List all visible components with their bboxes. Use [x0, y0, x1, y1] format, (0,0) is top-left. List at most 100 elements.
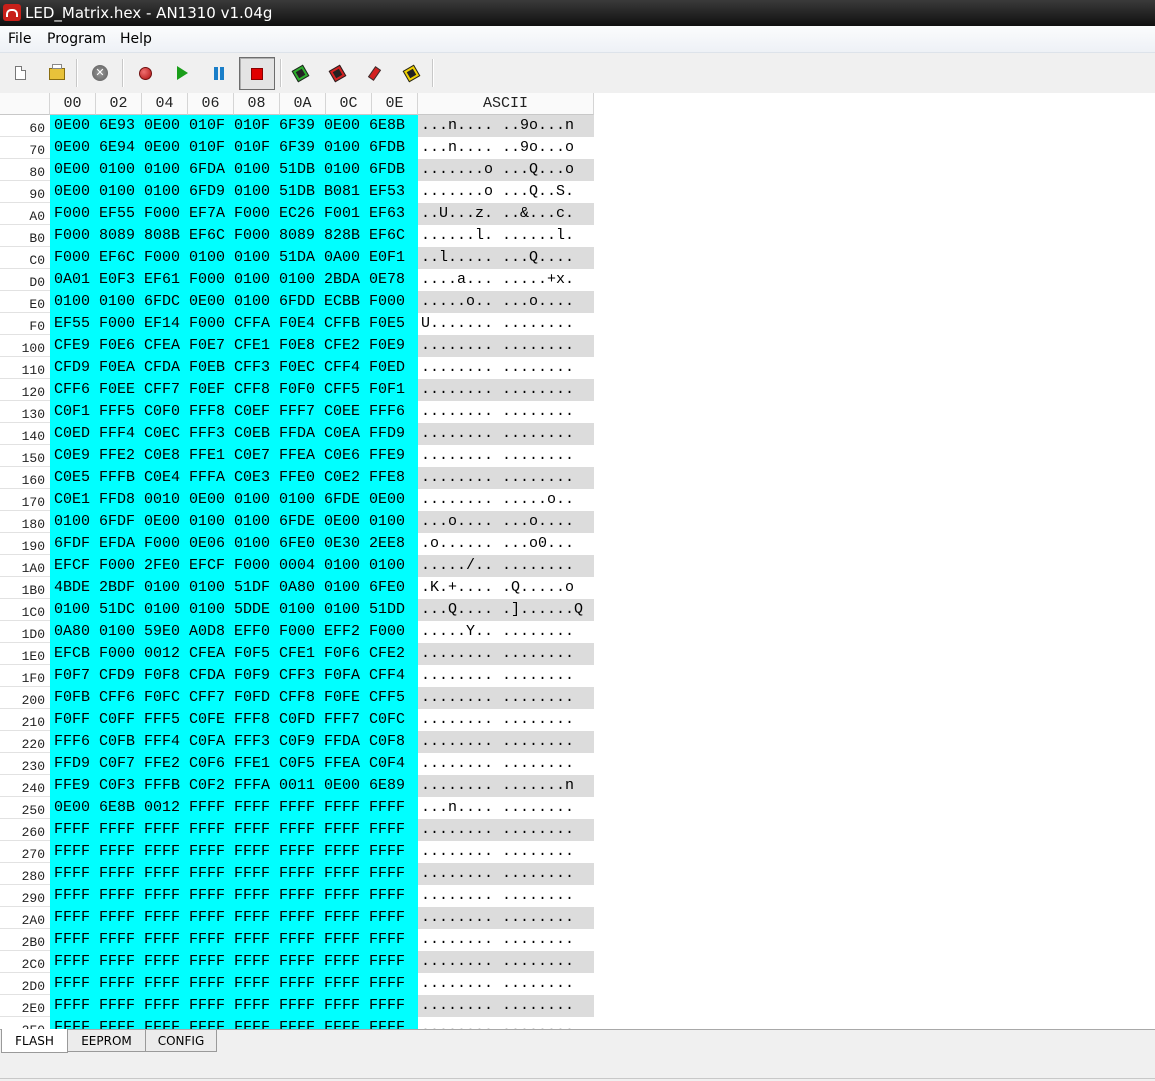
row-hex-data[interactable]: 6FDF EFDA F000 0E06 0100 6FE0 0E30 2EE8 — [50, 533, 418, 555]
row-hex-data[interactable]: FFFF FFFF FFFF FFFF FFFF FFFF FFFF FFFF — [50, 885, 418, 907]
column-header[interactable]: 04 — [142, 93, 188, 115]
row-ascii[interactable]: ........ ........ — [418, 731, 594, 753]
row-hex-data[interactable]: 0100 6FDF 0E00 0100 0100 6FDE 0E00 0100 — [50, 511, 418, 533]
table-row[interactable]: 210 F0FF C0FF FFF5 C0FE FFF8 C0FD FFF7 C0… — [0, 709, 1155, 731]
column-header[interactable]: 00 — [50, 93, 96, 115]
row-hex-data[interactable]: CFE9 F0E6 CFEA F0E7 CFE1 F0E8 CFE2 F0E9 — [50, 335, 418, 357]
table-row[interactable]: 2F0FFFF FFFF FFFF FFFF FFFF FFFF FFFF FF… — [0, 1017, 1155, 1029]
row-hex-data[interactable]: FFFF FFFF FFFF FFFF FFFF FFFF FFFF FFFF — [50, 1017, 418, 1029]
column-header[interactable]: 0E — [372, 93, 418, 115]
table-row[interactable]: 2C0 FFFF FFFF FFFF FFFF FFFF FFFF FFFF FF… — [0, 951, 1155, 973]
row-ascii[interactable]: ........ ........ — [418, 401, 594, 423]
erase-device-button[interactable] — [360, 59, 388, 87]
row-hex-data[interactable]: FFFF FFFF FFFF FFFF FFFF FFFF FFFF FFFF — [50, 951, 418, 973]
row-hex-data[interactable]: F0FF C0FF FFF5 C0FE FFF8 C0FD FFF7 C0FC — [50, 709, 418, 731]
row-hex-data[interactable]: 0E00 6E94 0E00 010F 010F 6F39 0100 6FDB — [50, 137, 418, 159]
ascii-column-header[interactable]: ASCII — [418, 93, 594, 115]
table-row[interactable]: 260 FFFF FFFF FFFF FFFF FFFF FFFF FFFF FF… — [0, 819, 1155, 841]
row-hex-data[interactable]: 0E00 0100 0100 6FDA 0100 51DB 0100 6FDB — [50, 159, 418, 181]
row-ascii[interactable]: ...../.. ........ — [418, 555, 594, 577]
row-hex-data[interactable]: 0100 0100 6FDC 0E00 0100 6FDD ECBB F000 — [50, 291, 418, 313]
row-ascii[interactable]: ........ ........ — [418, 445, 594, 467]
row-ascii[interactable]: ........ .....o.. — [418, 489, 594, 511]
table-row[interactable]: E0 0100 0100 6FDC 0E00 0100 6FDD ECBB F00… — [0, 291, 1155, 313]
table-row[interactable]: 60 0E00 6E93 0E00 010F 010F 6F39 0E00 6E8… — [0, 115, 1155, 137]
row-hex-data[interactable]: FFE9 C0F3 FFFB C0F2 FFFA 0011 0E00 6E89 — [50, 775, 418, 797]
row-hex-data[interactable]: FFFF FFFF FFFF FFFF FFFF FFFF FFFF FFFF — [50, 995, 418, 1017]
table-row[interactable]: 270 FFFF FFFF FFFF FFFF FFFF FFFF FFFF FF… — [0, 841, 1155, 863]
row-hex-data[interactable]: 0A01 E0F3 EF61 F000 0100 0100 2BDA 0E78 — [50, 269, 418, 291]
row-ascii[interactable]: ........ ........ — [418, 687, 594, 709]
row-ascii[interactable]: ........ ........ — [418, 423, 594, 445]
row-hex-data[interactable]: FFFF FFFF FFFF FFFF FFFF FFFF FFFF FFFF — [50, 973, 418, 995]
table-row[interactable]: 120 CFF6 F0EE CFF7 F0EF CFF8 F0F0 CFF5 F0… — [0, 379, 1155, 401]
row-hex-data[interactable]: EFCB F000 0012 CFEA F0F5 CFE1 F0F6 CFE2 — [50, 643, 418, 665]
row-hex-data[interactable]: 0E00 6E8B 0012 FFFF FFFF FFFF FFFF FFFF — [50, 797, 418, 819]
row-ascii[interactable]: .K.+.... .Q.....o — [418, 577, 594, 599]
pause-button[interactable] — [205, 59, 233, 87]
table-row[interactable]: 150 C0E9 FFE2 C0E8 FFE1 C0E7 FFEA C0E6 FF… — [0, 445, 1155, 467]
column-header[interactable]: 0A — [280, 93, 326, 115]
row-hex-data[interactable]: FFFF FFFF FFFF FFFF FFFF FFFF FFFF FFFF — [50, 863, 418, 885]
row-ascii[interactable]: ........ .......n — [418, 775, 594, 797]
row-ascii[interactable]: ........ ........ — [418, 665, 594, 687]
row-ascii[interactable]: ........ ........ — [418, 907, 594, 929]
row-ascii[interactable]: U....... ........ — [418, 313, 594, 335]
row-hex-data[interactable]: 0A80 0100 59E0 A0D8 EFF0 F000 EFF2 F000 — [50, 621, 418, 643]
row-ascii[interactable]: ...n.... ........ — [418, 797, 594, 819]
table-row[interactable]: 2E0 FFFF FFFF FFFF FFFF FFFF FFFF FFFF FF… — [0, 995, 1155, 1017]
table-row[interactable]: 190 6FDF EFDA F000 0E06 0100 6FE0 0E30 2E… — [0, 533, 1155, 555]
row-ascii[interactable]: ........ ........ — [418, 379, 594, 401]
row-ascii[interactable]: .o...... ...o0... — [418, 533, 594, 555]
table-row[interactable]: 70 0E00 6E94 0E00 010F 010F 6F39 0100 6FD… — [0, 137, 1155, 159]
menu-help[interactable]: Help — [120, 31, 152, 47]
row-hex-data[interactable]: 0100 51DC 0100 0100 5DDE 0100 0100 51DD — [50, 599, 418, 621]
row-hex-data[interactable]: F0FB CFF6 F0FC CFF7 F0FD CFF8 F0FE CFF5 — [50, 687, 418, 709]
row-ascii[interactable]: ........ ........ — [418, 863, 594, 885]
row-ascii[interactable]: ....a... .....+x. — [418, 269, 594, 291]
row-hex-data[interactable]: F0F7 CFD9 F0F8 CFDA F0F9 CFF3 F0FA CFF4 — [50, 665, 418, 687]
table-row[interactable]: 280 FFFF FFFF FFFF FFFF FFFF FFFF FFFF FF… — [0, 863, 1155, 885]
row-hex-data[interactable]: FFFF FFFF FFFF FFFF FFFF FFFF FFFF FFFF — [50, 819, 418, 841]
column-header[interactable]: 02 — [96, 93, 142, 115]
write-device-button[interactable] — [286, 59, 314, 87]
abort-button[interactable]: ✕ — [86, 59, 114, 87]
table-row[interactable]: 1F0 F0F7 CFD9 F0F8 CFDA F0F9 CFF3 F0FA CF… — [0, 665, 1155, 687]
row-ascii[interactable]: ...Q.... .]......Q — [418, 599, 594, 621]
hex-grid[interactable]: 00 02 04 06 08 0A 0C 0E ASCII 60 0E00 6E9… — [0, 93, 1155, 1029]
row-hex-data[interactable]: 0E00 6E93 0E00 010F 010F 6F39 0E00 6E8B — [50, 115, 418, 137]
row-ascii[interactable]: .....o.. ...o.... — [418, 291, 594, 313]
table-row[interactable]: 1E0 EFCB F000 0012 CFEA F0F5 CFE1 F0F6 CF… — [0, 643, 1155, 665]
table-row[interactable]: 240 FFE9 C0F3 FFFB C0F2 FFFA 0011 0E00 6E… — [0, 775, 1155, 797]
table-row[interactable]: 1C0 0100 51DC 0100 0100 5DDE 0100 0100 51… — [0, 599, 1155, 621]
row-hex-data[interactable]: CFF6 F0EE CFF7 F0EF CFF8 F0F0 CFF5 F0F1 — [50, 379, 418, 401]
verify-device-button[interactable] — [397, 59, 425, 87]
row-ascii[interactable]: ........ ........ — [418, 885, 594, 907]
row-ascii[interactable]: ...n.... ..9o...n — [418, 115, 594, 137]
tab-eeprom[interactable]: EEPROM — [67, 1030, 146, 1052]
row-hex-data[interactable]: F000 EF6C F000 0100 0100 51DA 0A00 E0F1 — [50, 247, 418, 269]
row-hex-data[interactable]: FFFF FFFF FFFF FFFF FFFF FFFF FFFF FFFF — [50, 841, 418, 863]
table-row[interactable]: 1B0 4BDE 2BDF 0100 0100 51DF 0A80 0100 6F… — [0, 577, 1155, 599]
row-ascii[interactable]: .......o ...Q...o — [418, 159, 594, 181]
row-hex-data[interactable]: EF55 F000 EF14 F000 CFFA F0E4 CFFB F0E5 — [50, 313, 418, 335]
column-header[interactable]: 08 — [234, 93, 280, 115]
row-ascii[interactable]: ........ ........ — [418, 643, 594, 665]
table-row[interactable]: A0 F000 EF55 F000 EF7A F000 EC26 F001 EF6… — [0, 203, 1155, 225]
table-row[interactable]: B0 F000 8089 808B EF6C F000 8089 828B EF6… — [0, 225, 1155, 247]
row-hex-data[interactable]: C0E9 FFE2 C0E8 FFE1 C0E7 FFEA C0E6 FFE9 — [50, 445, 418, 467]
table-row[interactable]: 2B0 FFFF FFFF FFFF FFFF FFFF FFFF FFFF FF… — [0, 929, 1155, 951]
row-hex-data[interactable]: 4BDE 2BDF 0100 0100 51DF 0A80 0100 6FE0 — [50, 577, 418, 599]
row-ascii[interactable]: ........ ........ — [418, 335, 594, 357]
row-ascii[interactable]: ..U...z. ..&...c. — [418, 203, 594, 225]
row-hex-data[interactable]: FFFF FFFF FFFF FFFF FFFF FFFF FFFF FFFF — [50, 907, 418, 929]
table-row[interactable]: 2D0 FFFF FFFF FFFF FFFF FFFF FFFF FFFF FF… — [0, 973, 1155, 995]
row-ascii[interactable]: ........ ........ — [418, 951, 594, 973]
row-ascii[interactable]: .....Y.. ........ — [418, 621, 594, 643]
table-row[interactable]: D0 0A01 E0F3 EF61 F000 0100 0100 2BDA 0E7… — [0, 269, 1155, 291]
record-button[interactable] — [131, 59, 159, 87]
table-row[interactable]: 160 C0E5 FFFB C0E4 FFFA C0E3 FFE0 C0E2 FF… — [0, 467, 1155, 489]
row-hex-data[interactable]: C0E5 FFFB C0E4 FFFA C0E3 FFE0 C0E2 FFE8 — [50, 467, 418, 489]
row-ascii[interactable]: ........ ........ — [418, 929, 594, 951]
row-ascii[interactable]: ...n.... ..9o...o — [418, 137, 594, 159]
